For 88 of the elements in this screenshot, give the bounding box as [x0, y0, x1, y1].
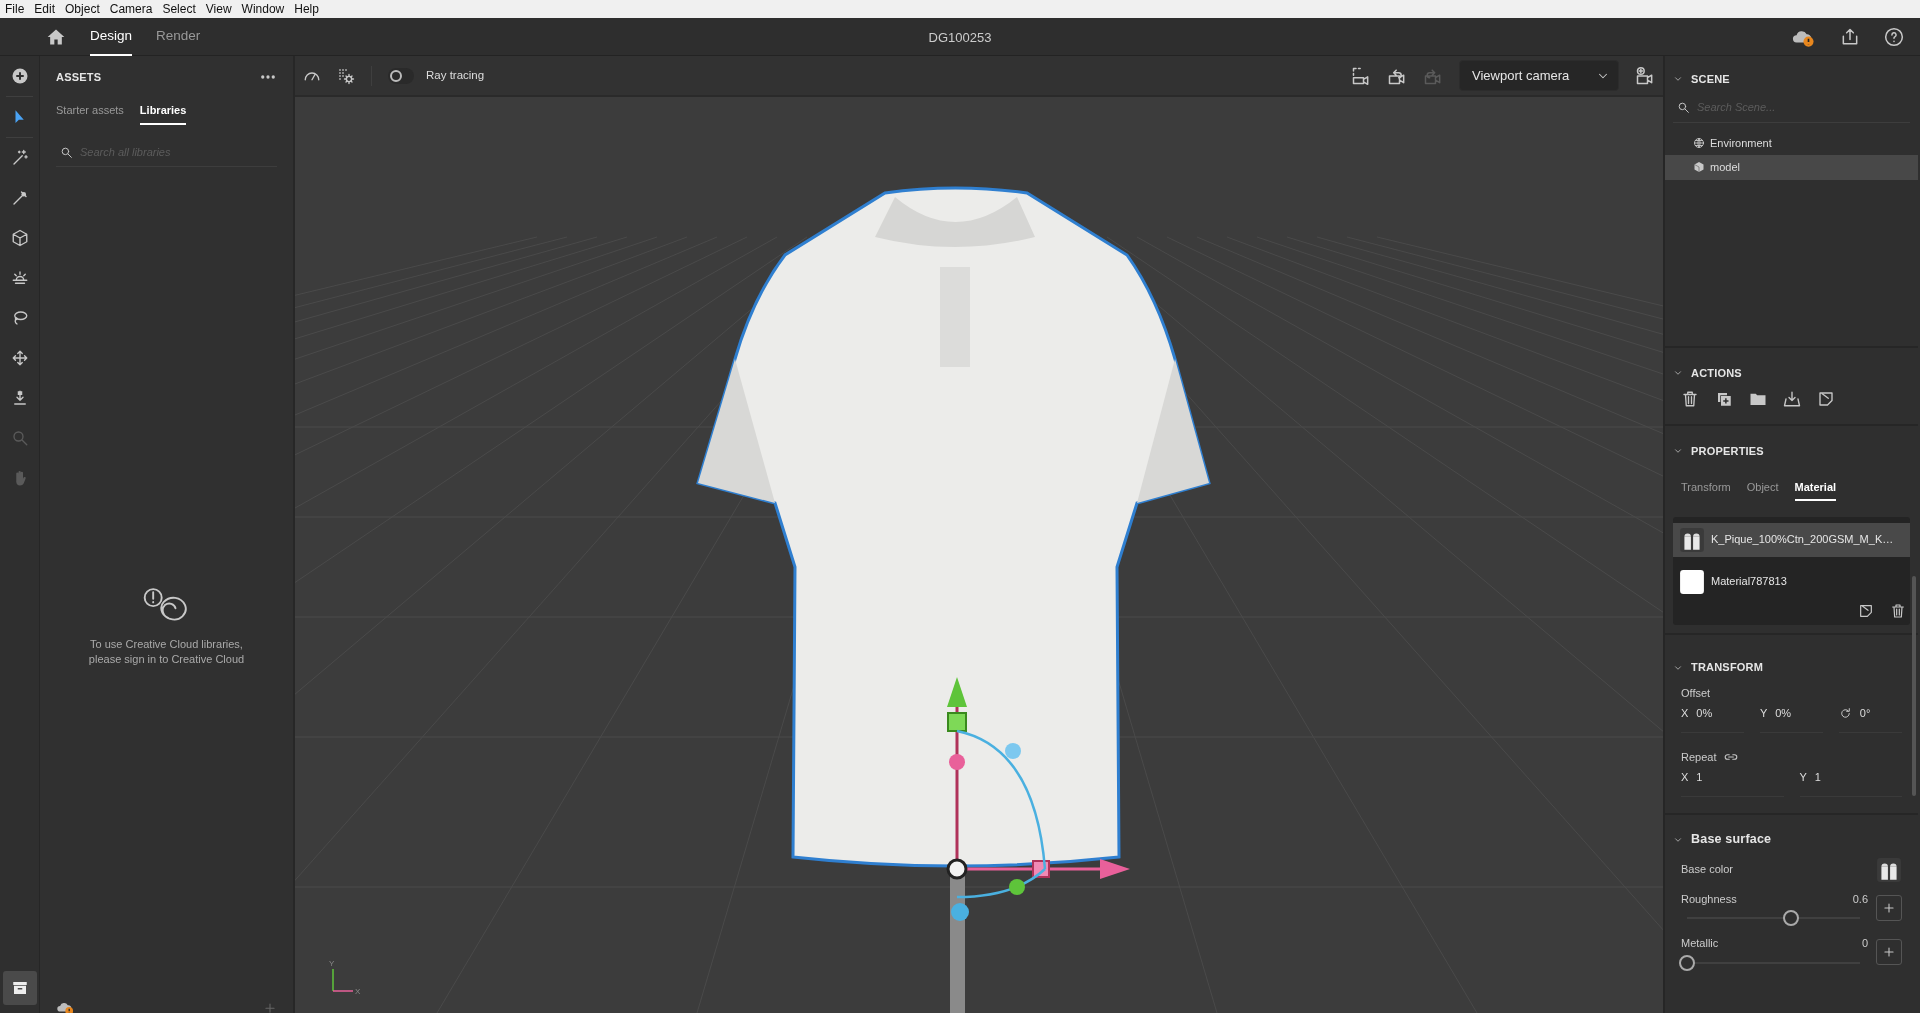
header-tab[interactable]: Render [156, 16, 201, 57]
plus-button[interactable] [1876, 939, 1902, 965]
slider-label: Roughness [1681, 891, 1737, 907]
repeat-label: Repeat [1681, 749, 1717, 765]
grid-settings-icon[interactable] [337, 66, 355, 85]
axis-label: X [1681, 770, 1689, 785]
properties-tab[interactable]: Material [1794, 476, 1837, 501]
slider-value: 0.6 [1852, 891, 1868, 907]
globe-icon [1693, 136, 1705, 149]
assets-tab[interactable]: Starter assets [56, 98, 124, 125]
slider-thumb[interactable] [1782, 910, 1799, 926]
menu-item[interactable]: File [0, 0, 30, 18]
section-title: PROPERTIES [1691, 443, 1764, 459]
sticker-icon[interactable] [1817, 390, 1835, 408]
sign-in-message: To use Creative Cloud libraries, please sign in to Creative Cloud [87, 637, 246, 667]
value-field[interactable]: Y 0% [1759, 705, 1823, 733]
light-icon[interactable] [10, 269, 29, 287]
chevron-icon[interactable] [1673, 446, 1683, 456]
fabric-swatch-icon [1679, 526, 1705, 553]
search-icon [60, 145, 73, 159]
search-icon [1677, 101, 1690, 114]
scene-item[interactable]: model [1665, 155, 1918, 180]
slider-label: Metallic [1681, 936, 1719, 951]
scrollbar[interactable] [1912, 576, 1916, 796]
document-title: DG100253 [928, 29, 992, 47]
field-value: 1 [1696, 770, 1703, 785]
menu-item[interactable]: Window [236, 0, 290, 18]
plus-icon [1882, 900, 1896, 915]
material-item[interactable]: K_Pique_100%Ctn_200GSM_M_K… [1673, 522, 1910, 557]
axis-label: Y [1759, 706, 1768, 721]
chevron-icon[interactable] [1673, 74, 1683, 84]
panel-title: ASSETS [56, 69, 102, 85]
fabric-swatch-icon[interactable] [1876, 856, 1902, 883]
properties-tab[interactable]: Transform [1681, 476, 1731, 501]
value-field[interactable]: X 1 [1681, 769, 1784, 797]
share-icon[interactable] [1840, 26, 1860, 47]
camera-dropdown[interactable]: Viewport camera [1459, 60, 1619, 91]
material-item[interactable]: Material787813 [1673, 564, 1910, 599]
menu-item[interactable]: Camera [104, 0, 158, 18]
field-value: 1 [1814, 770, 1821, 785]
menu-item[interactable]: Help [289, 0, 324, 18]
value-field[interactable]: X 0% [1681, 705, 1744, 733]
cube-icon[interactable] [10, 229, 29, 247]
slider-value: 0 [1861, 936, 1868, 951]
section-title: ACTIONS [1691, 365, 1742, 381]
delete-icon[interactable] [1681, 390, 1699, 408]
delete-icon[interactable] [1890, 602, 1906, 619]
menu-item[interactable]: Object [60, 0, 105, 18]
field-value: 0% [1696, 706, 1713, 721]
axis-label: X [355, 987, 361, 996]
scene-item[interactable]: Environment [1665, 130, 1918, 155]
cube-icon [1693, 161, 1705, 174]
offset-label: Offset [1680, 685, 1712, 701]
value-field[interactable]: Y 1 [1799, 769, 1902, 797]
assets-tab[interactable]: Libraries [139, 98, 187, 125]
field-value: 0° [1859, 706, 1871, 721]
add-icon[interactable] [10, 67, 29, 85]
download-icon[interactable] [1783, 390, 1801, 408]
swatch-icon [1679, 568, 1705, 595]
archive-icon [10, 979, 29, 997]
sticker-icon[interactable] [1858, 602, 1874, 619]
axis-label: Y [1799, 770, 1807, 785]
move-icon[interactable] [10, 349, 29, 367]
properties-tab[interactable]: Object [1746, 476, 1779, 501]
ray-tracing-label: Ray tracing [426, 67, 485, 83]
section-title: Base surface [1691, 831, 1772, 849]
plus-button[interactable] [1876, 894, 1902, 921]
section-title: TRANSFORM [1691, 660, 1764, 676]
plus-icon [1882, 945, 1896, 959]
value-field[interactable]: 0° [1838, 705, 1902, 733]
axis-label: Y [329, 959, 335, 968]
axis-label: X [1681, 706, 1689, 721]
help-icon[interactable] [1884, 26, 1904, 47]
section-title: SCENE [1691, 71, 1730, 87]
slider-thumb[interactable] [1679, 954, 1695, 971]
field-value: 0% [1775, 706, 1792, 721]
ray-tracing-toggle[interactable] [388, 67, 414, 84]
chevron-icon[interactable] [1673, 368, 1683, 378]
frame-camera-icon[interactable] [1351, 65, 1371, 86]
menu-item[interactable]: Select [157, 0, 201, 18]
panel-toggle-button[interactable] [2, 971, 37, 1005]
add-camera-icon[interactable] [1635, 65, 1655, 86]
axis-icon [332, 968, 354, 992]
rotate-icon [1838, 706, 1852, 720]
base-color-label: Base color [1681, 862, 1733, 878]
menu-item[interactable]: Edit [29, 0, 61, 18]
duplicate-icon[interactable] [1715, 390, 1733, 408]
menu-item[interactable]: View [200, 0, 237, 18]
